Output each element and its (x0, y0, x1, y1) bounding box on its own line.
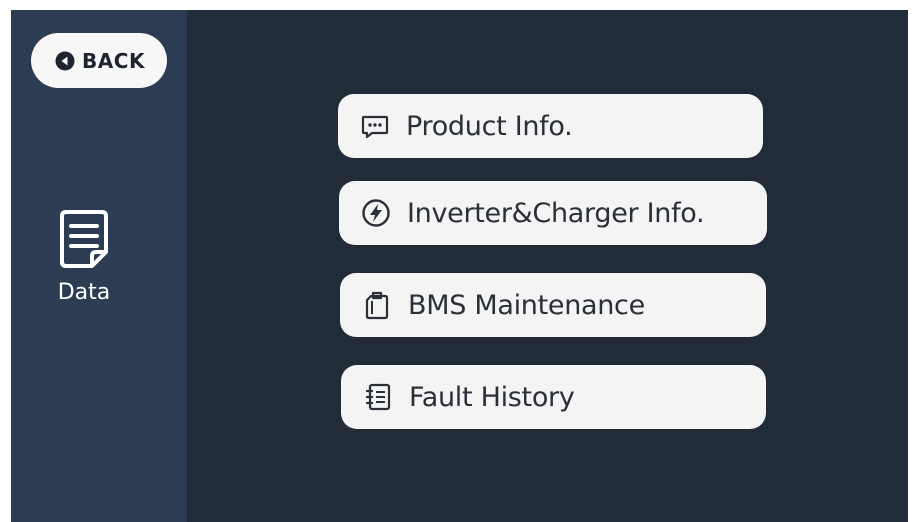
list-icon (363, 382, 393, 412)
fault-history-label: Fault History (409, 381, 575, 413)
lightning-icon (361, 198, 391, 228)
inverter-charger-info-label: Inverter&Charger Info. (407, 197, 705, 229)
product-info-label: Product Info. (406, 110, 573, 142)
sidebar: BACK Data (11, 10, 187, 522)
fault-history-button[interactable]: Fault History (341, 365, 766, 429)
inverter-charger-info-button[interactable]: Inverter&Charger Info. (339, 181, 767, 245)
device-screen: BACK Data Product Info. Inverter&Charger… (11, 10, 908, 522)
sidebar-item-label: Data (57, 280, 111, 305)
clipboard-icon (362, 290, 392, 320)
product-info-button[interactable]: Product Info. (338, 94, 763, 158)
back-label: BACK (82, 48, 145, 73)
message-dots-icon (360, 111, 390, 141)
sidebar-item-data[interactable]: Data (51, 208, 117, 305)
bms-maintenance-label: BMS Maintenance (408, 289, 645, 321)
document-icon (56, 208, 112, 274)
bms-maintenance-button[interactable]: BMS Maintenance (340, 273, 766, 337)
back-button[interactable]: BACK (31, 33, 167, 88)
back-circle-icon (55, 51, 75, 71)
